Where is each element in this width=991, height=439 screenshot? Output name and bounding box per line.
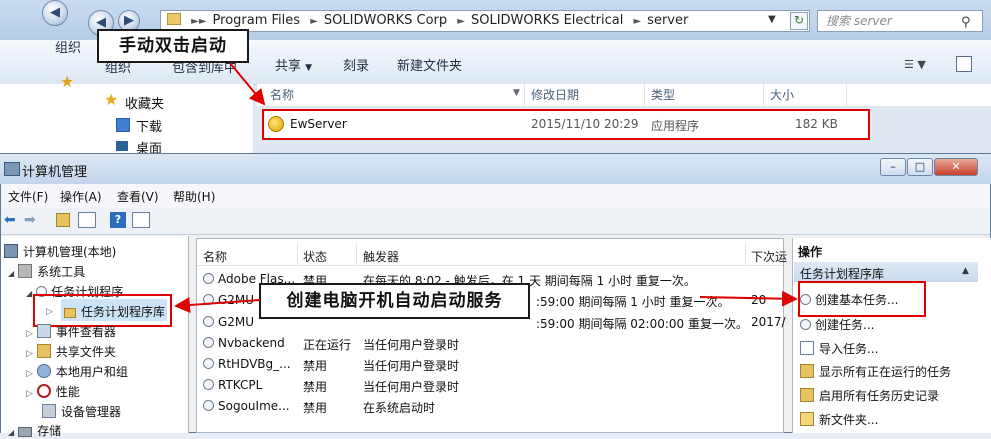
arrow-to-tree: [174, 297, 261, 313]
arrow-to-file: [229, 62, 266, 106]
arrow-to-action: [699, 290, 798, 307]
annotation-arrows: [174, 62, 798, 313]
